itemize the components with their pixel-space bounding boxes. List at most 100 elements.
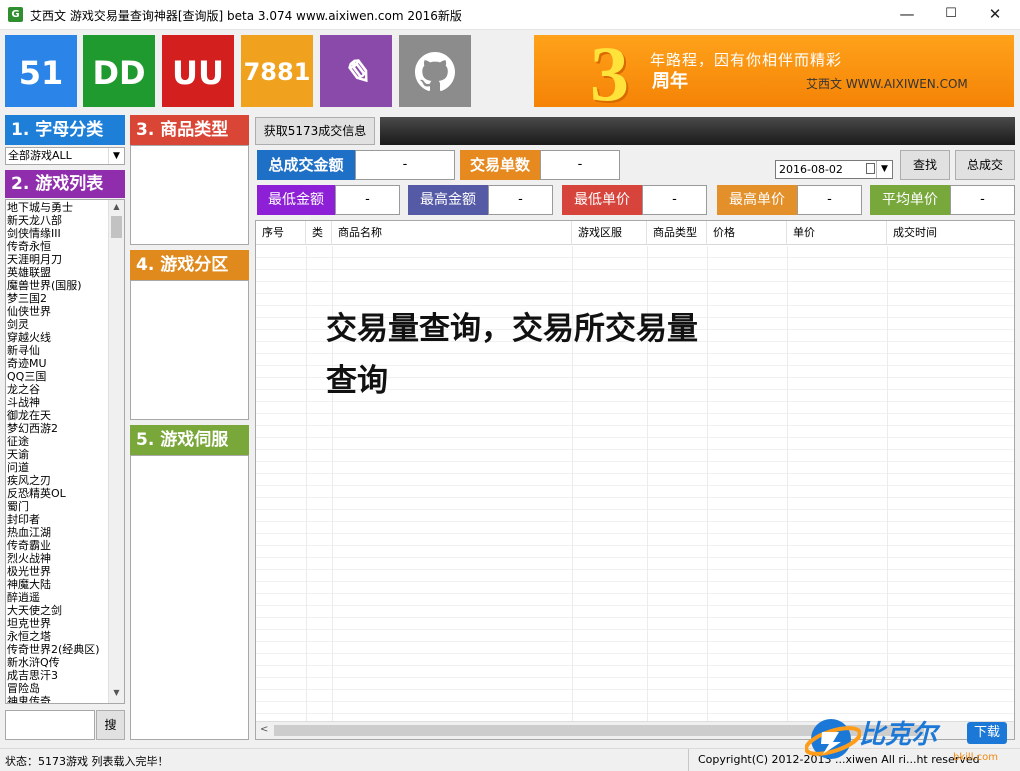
col-header-product-name[interactable]: 商品名称: [332, 221, 572, 245]
maximize-button[interactable]: ☐: [928, 0, 974, 30]
col-header-index[interactable]: 序号: [256, 221, 306, 245]
game-search-input[interactable]: [5, 710, 95, 740]
tile-51-button[interactable]: 51: [5, 35, 77, 107]
table-row: [256, 474, 1014, 486]
banner-digit: 3: [590, 35, 629, 107]
scroll-down-icon[interactable]: ▼: [111, 688, 122, 697]
table-row: [256, 246, 1014, 258]
game-list-item[interactable]: 龙之谷: [7, 383, 110, 396]
table-column-line: [787, 246, 788, 721]
game-list-item[interactable]: 问道: [7, 461, 110, 474]
game-list-item[interactable]: 大天使之剑: [7, 604, 110, 617]
status-text: 状态：5173游戏 列表载入完毕！: [5, 755, 169, 768]
game-list-item[interactable]: 奇迹MU: [7, 357, 110, 370]
game-list-item[interactable]: 天谕: [7, 448, 110, 461]
col-header-unit-price[interactable]: 单价: [787, 221, 887, 245]
game-list-scrollbar[interactable]: ▲ ▼: [108, 200, 124, 703]
col-header-type-short[interactable]: 类: [306, 221, 332, 245]
order-count-label: 交易单数: [460, 150, 540, 180]
game-list-item[interactable]: 神魔大陆: [7, 578, 110, 591]
table-row: [256, 258, 1014, 270]
game-list-item[interactable]: 御龙在天: [7, 409, 110, 422]
minimize-button[interactable]: —: [884, 0, 930, 30]
script-logo-icon[interactable]: ✎: [320, 35, 392, 107]
game-list-item[interactable]: 蜀门: [7, 500, 110, 513]
game-list-item[interactable]: 冒险岛: [7, 682, 110, 695]
watermark-globe-icon: [805, 719, 861, 759]
close-button[interactable]: ✕: [972, 0, 1018, 30]
game-list-item[interactable]: 传奇霸业: [7, 539, 110, 552]
fetch-5173-button[interactable]: 获取5173成交信息: [255, 117, 375, 145]
game-list-items: 地下城与勇士 新天龙八部 剑侠情缘III 传奇永恒 天涯明月刀 英雄联盟 魔兽世界(国服) 梦…: [7, 201, 110, 703]
watermark-text: 比克尔: [859, 720, 938, 750]
github-icon[interactable]: [399, 35, 471, 107]
game-list[interactable]: 地下城与勇士 新天龙八部 剑侠情缘III 传奇永恒 天涯明月刀 英雄联盟 魔兽世界(国服) 梦…: [5, 199, 125, 704]
table-row: [256, 438, 1014, 450]
table-row: [256, 522, 1014, 534]
game-list-item[interactable]: 仙侠世界: [7, 305, 110, 318]
table-row: [256, 510, 1014, 522]
col-header-product-type[interactable]: 商品类型: [647, 221, 707, 245]
game-list-item[interactable]: 传奇永恒: [7, 240, 110, 253]
game-list-item[interactable]: 醉逍遥: [7, 591, 110, 604]
game-list-item[interactable]: 魔兽世界(国服): [7, 279, 110, 292]
game-server-list[interactable]: [130, 455, 249, 740]
game-list-item[interactable]: 坦克世界: [7, 617, 110, 630]
script-logo-glyph: ✎: [341, 53, 371, 93]
table-column-line: [887, 246, 888, 721]
col-header-deal-time[interactable]: 成交时间: [887, 221, 1014, 245]
game-zone-list[interactable]: [130, 280, 249, 420]
game-list-item[interactable]: 新天龙八部: [7, 214, 110, 227]
table-row: [256, 426, 1014, 438]
date-picker[interactable]: 2016-08-02 ▼: [775, 160, 893, 179]
game-list-item[interactable]: 梦三国2: [7, 292, 110, 305]
game-list-item[interactable]: 永恒之塔: [7, 630, 110, 643]
letter-category-select[interactable]: 全部游戏ALL ▼: [5, 147, 125, 165]
col-header-price[interactable]: 价格: [707, 221, 787, 245]
game-list-item[interactable]: 征途: [7, 435, 110, 448]
game-list-item[interactable]: 极光世界: [7, 565, 110, 578]
chevron-down-icon[interactable]: ▼: [876, 161, 892, 178]
col-header-server[interactable]: 游戏区服: [572, 221, 647, 245]
tile-dd-button[interactable]: DD: [83, 35, 155, 107]
scroll-up-icon[interactable]: ▲: [111, 202, 122, 211]
product-type-list[interactable]: [130, 145, 249, 245]
watermark-badge: 下载: [967, 722, 1007, 744]
game-list-item[interactable]: 剑灵: [7, 318, 110, 331]
scroll-left-icon[interactable]: <: [260, 724, 268, 735]
tile-uu-button[interactable]: UU: [162, 35, 234, 107]
game-list-item[interactable]: 剑侠情缘III: [7, 227, 110, 240]
product-type-header: 3. 商品类型: [130, 115, 249, 145]
game-list-item[interactable]: 疾风之刃: [7, 474, 110, 487]
game-list-item[interactable]: 反恐精英OL: [7, 487, 110, 500]
find-button[interactable]: 查找: [900, 150, 950, 180]
game-list-item[interactable]: 热血江湖: [7, 526, 110, 539]
game-list-item[interactable]: 地下城与勇士: [7, 201, 110, 214]
game-list-item[interactable]: 梦幻西游2: [7, 422, 110, 435]
table-row: [256, 498, 1014, 510]
game-list-item[interactable]: 新寻仙: [7, 344, 110, 357]
tile-7881-button[interactable]: 7881: [241, 35, 313, 107]
game-list-item[interactable]: 烈火战神: [7, 552, 110, 565]
game-list-item[interactable]: QQ三国: [7, 370, 110, 383]
table-row: [256, 642, 1014, 654]
game-list-item[interactable]: 新水浒Q传: [7, 656, 110, 669]
game-list-item[interactable]: 成吉思汗3: [7, 669, 110, 682]
scroll-thumb[interactable]: [111, 216, 122, 238]
game-list-item[interactable]: 斗战神: [7, 396, 110, 409]
checkbox-icon[interactable]: [866, 163, 875, 174]
game-search-button[interactable]: 搜: [96, 710, 125, 740]
game-list-item[interactable]: 英雄联盟: [7, 266, 110, 279]
game-list-item[interactable]: 封印者: [7, 513, 110, 526]
game-list-item[interactable]: 传奇世界2(经典区): [7, 643, 110, 656]
table-row: [256, 666, 1014, 678]
tile-7881-label: 7881: [243, 58, 311, 86]
progress-bar: [380, 117, 1015, 145]
total-deal-button[interactable]: 总成交: [955, 150, 1015, 180]
table-row: [256, 618, 1014, 630]
game-list-item[interactable]: 穿越火线: [7, 331, 110, 344]
anniversary-banner[interactable]: 3 年路程，因有你相伴而精彩 周年 艾西文 WWW.AIXIWEN.COM: [534, 35, 1014, 107]
deal-table[interactable]: 序号 类 商品名称 游戏区服 商品类型 价格 单价 成交时间 <: [255, 220, 1015, 740]
game-list-item[interactable]: 神鬼传奇: [7, 695, 110, 703]
game-list-item[interactable]: 天涯明月刀: [7, 253, 110, 266]
